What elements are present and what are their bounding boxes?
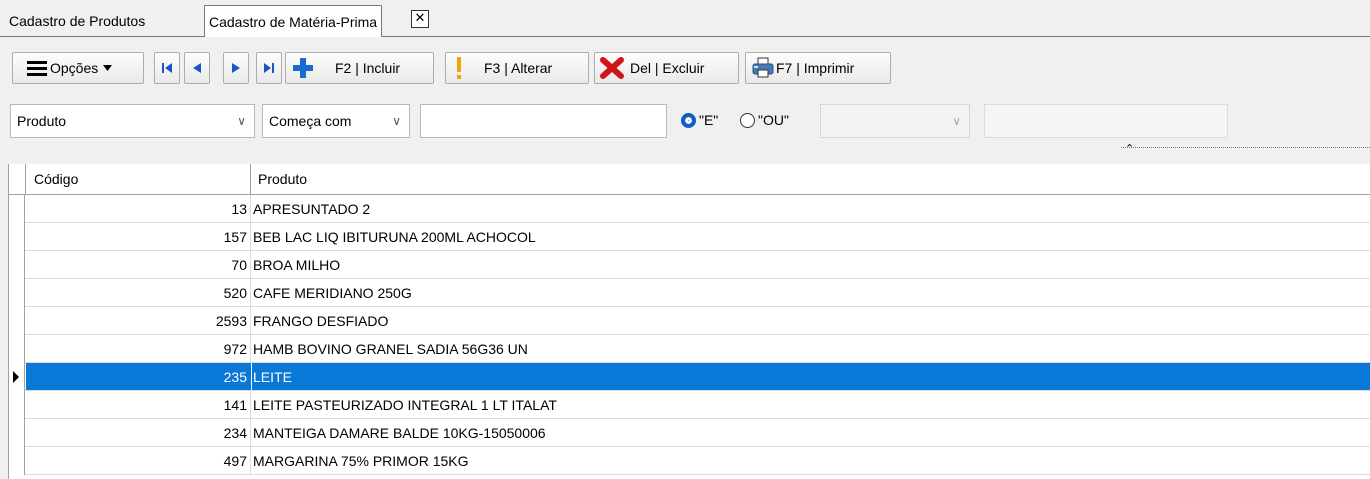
cell-codigo[interactable]: 2593 (26, 307, 251, 334)
prev-record-icon (191, 62, 203, 74)
row-indicator[interactable] (9, 335, 25, 363)
row-indicator[interactable] (9, 251, 25, 279)
table-row[interactable]: 2593 FRANGO DESFIADO (9, 307, 1370, 335)
next-record-button[interactable] (223, 52, 249, 84)
cell-produto[interactable]: LEITE (252, 363, 1370, 390)
next-record-icon (230, 62, 242, 74)
row-indicator[interactable] (9, 223, 25, 251)
field-select-value: Produto (17, 113, 67, 129)
cell-produto[interactable]: MARGARINA 75% PRIMOR 15KG (252, 447, 469, 474)
cell-codigo[interactable]: 235 (26, 363, 251, 390)
operator-select-value: Começa com (269, 113, 352, 129)
cell-codigo[interactable]: 141 (26, 391, 251, 418)
exclamation-icon (455, 56, 463, 80)
table-row[interactable]: 520 CAFE MERIDIANO 250G (9, 279, 1370, 307)
table-row[interactable]: 70 BROA MILHO (9, 251, 1370, 279)
tab-cadastro-produtos[interactable]: Cadastro de Produtos (4, 8, 150, 35)
table-row[interactable]: 234 MANTEIGA DAMARE BALDE 10KG-15050006 (9, 419, 1370, 447)
grid-rows: 13 APRESUNTADO 2 157 BEB LAC LIQ IBITURUNA … (9, 195, 1370, 475)
radio-and-label: "E" (699, 112, 719, 128)
include-label: F2 | Incluir (335, 60, 401, 76)
options-label: Opções (50, 60, 99, 76)
prev-record-button[interactable] (184, 52, 210, 84)
cell-codigo[interactable]: 157 (26, 223, 251, 250)
delete-label: Del | Excluir (630, 60, 705, 76)
cell-codigo[interactable]: 70 (26, 251, 251, 278)
table-row[interactable]: 497 MARGARINA 75% PRIMOR 15KG (9, 447, 1370, 475)
row-indicator[interactable] (9, 419, 25, 447)
row-indicator-header (9, 164, 26, 194)
table-row[interactable]: 157 BEB LAC LIQ IBITURUNA 200ML ACHOCOL (9, 223, 1370, 251)
cell-codigo[interactable]: 234 (26, 419, 251, 446)
radio-or-label: "OU" (758, 112, 789, 128)
chevron-down-icon: ∨ (952, 114, 961, 128)
print-label: F7 | Imprimir (776, 60, 855, 76)
plus-icon (292, 57, 314, 79)
table-row[interactable]: 13 APRESUNTADO 2 (9, 195, 1370, 223)
last-record-button[interactable] (256, 52, 282, 84)
radio-unchecked-icon (740, 112, 755, 128)
cell-codigo[interactable]: 972 (26, 335, 251, 362)
field-select[interactable]: Produto ∨ (10, 104, 255, 138)
table-row[interactable]: 972 HAMB BOVINO GRANEL SADIA 56G36 UN (9, 335, 1370, 363)
dropdown-arrow-icon (103, 65, 113, 71)
row-indicator[interactable] (9, 363, 25, 391)
edit-button[interactable]: F3 | Alterar (445, 52, 589, 84)
chevron-down-icon: ∨ (392, 114, 401, 128)
close-tab-icon[interactable]: ✕ (411, 10, 429, 28)
cell-produto[interactable]: BEB LAC LIQ IBITURUNA 200ML ACHOCOL (252, 223, 536, 250)
radio-and[interactable]: "E" (681, 112, 718, 128)
grid-header: Código Produto (9, 164, 1370, 195)
column-header-produto[interactable]: Produto (252, 164, 307, 194)
cell-produto[interactable]: MANTEIGA DAMARE BALDE 10KG-15050006 (252, 419, 546, 446)
row-indicator[interactable] (9, 391, 25, 419)
tab-cadastro-materia-prima[interactable]: Cadastro de Matéria-Prima (204, 5, 383, 37)
search-input[interactable] (420, 104, 667, 138)
cell-produto[interactable]: FRANGO DESFIADO (252, 307, 388, 334)
last-record-icon (263, 62, 275, 74)
include-button[interactable]: F2 | Incluir (285, 52, 434, 84)
secondary-value-input (984, 104, 1228, 138)
operator-select[interactable]: Começa com ∨ (262, 104, 410, 138)
edit-label: F3 | Alterar (484, 60, 553, 76)
current-row-icon (13, 371, 19, 383)
table-row[interactable]: 141 LEITE PASTEURIZADO INTEGRAL 1 LT ITAL… (9, 391, 1370, 419)
row-indicator[interactable] (9, 307, 25, 335)
row-indicator[interactable] (9, 195, 25, 223)
cell-produto[interactable]: APRESUNTADO 2 (252, 195, 370, 222)
panel-splitter[interactable]: ⌃ (1121, 142, 1370, 156)
delete-button[interactable]: Del | Excluir (594, 52, 739, 84)
caret-up-icon: ⌃ (1125, 142, 1135, 155)
hamburger-icon (27, 60, 47, 76)
radio-checked-icon (681, 112, 696, 128)
printer-icon (752, 57, 774, 79)
print-button[interactable]: F7 | Imprimir (745, 52, 891, 84)
first-record-button[interactable] (154, 52, 180, 84)
toolbar: Opções F2 | Incluir F3 | Alterar Del | E… (0, 48, 1370, 88)
cell-produto[interactable]: LEITE PASTEURIZADO INTEGRAL 1 LT ITALAT (252, 391, 557, 418)
cell-produto[interactable]: CAFE MERIDIANO 250G (252, 279, 412, 306)
first-record-icon (161, 62, 173, 74)
cell-produto[interactable]: BROA MILHO (252, 251, 340, 278)
x-icon (599, 57, 625, 79)
tab-bar: Cadastro de Produtos Cadastro de Matéria… (0, 0, 1370, 37)
chevron-down-icon: ∨ (237, 114, 246, 128)
secondary-field-select: ∨ (820, 104, 970, 138)
cell-codigo[interactable]: 497 (26, 447, 251, 474)
row-indicator[interactable] (9, 279, 25, 307)
table-row[interactable]: 235 LEITE (9, 363, 1370, 391)
radio-or[interactable]: "OU" (740, 112, 789, 128)
cell-produto[interactable]: HAMB BOVINO GRANEL SADIA 56G36 UN (252, 335, 528, 362)
row-indicator[interactable] (9, 447, 25, 475)
cell-codigo[interactable]: 520 (26, 279, 251, 306)
column-header-codigo[interactable]: Código (26, 164, 251, 194)
cell-codigo[interactable]: 13 (26, 195, 251, 222)
options-button[interactable]: Opções (12, 52, 144, 84)
data-grid: Código Produto 13 APRESUNTADO 2 157 BEB LAC… (8, 164, 1370, 479)
filter-bar: Produto ∨ Começa com ∨ "E" "OU" ∨ (0, 104, 1370, 138)
